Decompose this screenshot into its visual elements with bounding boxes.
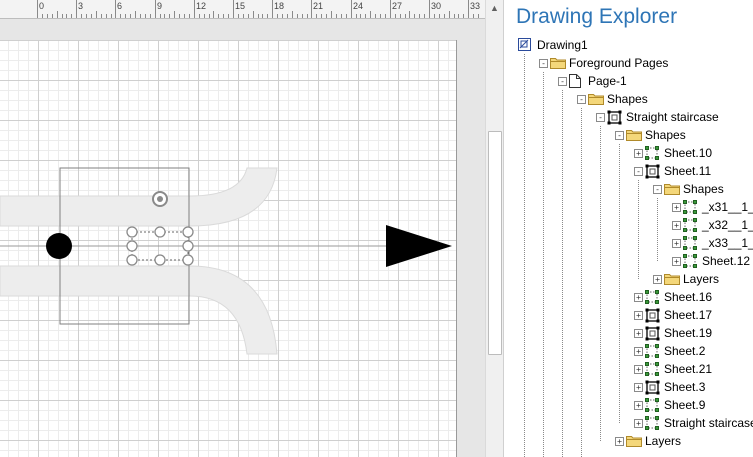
resize-handle [182, 254, 194, 266]
tree-node-label: Sheet.10 [664, 146, 713, 160]
drawing-shapes[interactable] [0, 0, 503, 457]
tree-node-label: Layers [683, 272, 720, 286]
tree-node-label: Straight staircase [626, 110, 719, 124]
tree-node[interactable]: + Sheet.16 [504, 288, 753, 306]
expand-icon[interactable]: + [653, 275, 662, 284]
resize-handle [154, 226, 166, 238]
tree-node[interactable]: - Straight staircase [504, 108, 753, 126]
resize-handle [182, 226, 194, 238]
tree-node-label: Drawing1 [537, 38, 588, 52]
tree-node[interactable]: - Shapes [504, 90, 753, 108]
tree-node[interactable]: + Sheet.9 [504, 396, 753, 414]
explorer-tree[interactable]: Drawing1- Foreground Pages - Page-1- Shapes -… [504, 36, 753, 457]
collapse-icon[interactable]: - [615, 131, 624, 140]
tree-node[interactable]: - Sheet.11 [504, 162, 753, 180]
panel-title: Drawing Explorer [516, 5, 678, 28]
tree-node-label: Page-1 [588, 74, 627, 88]
collapse-icon[interactable]: - [558, 77, 567, 86]
folder-icon [626, 434, 642, 452]
tree-node-label: Shapes [645, 128, 686, 142]
collapse-icon[interactable]: - [596, 113, 605, 122]
tree-node[interactable]: + Layers [504, 270, 753, 288]
tree-node[interactable]: + Sheet.12 [504, 252, 753, 270]
tree-node-label: Sheet.19 [664, 326, 713, 340]
tree-node[interactable]: - Shapes [504, 126, 753, 144]
tree-node[interactable]: + _x31__1_ [504, 198, 753, 216]
tree-node-label: Layers [645, 434, 682, 448]
expand-icon[interactable]: + [634, 419, 643, 428]
scrollbar-thumb[interactable] [488, 131, 502, 355]
expand-icon[interactable]: + [672, 257, 681, 266]
tree-node[interactable]: + Sheet.3 [504, 378, 753, 396]
tree-node[interactable]: + Straight staircase.2 [504, 414, 753, 432]
expand-icon[interactable]: + [634, 401, 643, 410]
tree-node[interactable]: - Shapes [504, 180, 753, 198]
tree-node[interactable]: + Sheet.19 [504, 324, 753, 342]
tree-node-label: Sheet.12 [702, 254, 751, 268]
rotation-handle-icon[interactable] [152, 191, 168, 207]
expand-icon[interactable]: + [634, 347, 643, 356]
resize-handle [126, 240, 138, 252]
collapse-icon[interactable]: - [653, 185, 662, 194]
tree-node[interactable]: + Sheet.21 [504, 360, 753, 378]
tree-node-label: _x31__1_ [702, 200, 753, 214]
tree-node-label: Sheet.9 [664, 398, 706, 412]
tree-node[interactable]: + _x32__1_ [504, 216, 753, 234]
arrowhead-shape[interactable] [386, 225, 452, 267]
tree-node[interactable]: + Layers [504, 432, 753, 450]
tree-node[interactable]: - Foreground Pages [504, 54, 753, 72]
tree-node-label: Sheet.17 [664, 308, 713, 322]
resize-handle [126, 254, 138, 266]
tree-node-label: Shapes [607, 92, 648, 106]
drawing-canvas[interactable]: 0 3 6 9 12 15 18 21 24 27 30 33 ▲ [0, 0, 503, 457]
expand-icon[interactable]: + [672, 239, 681, 248]
tree-node-label: _x33__1_ [702, 236, 753, 250]
tree-node[interactable]: + Sheet.2 [504, 342, 753, 360]
collapse-icon[interactable]: - [577, 95, 586, 104]
tree-node[interactable]: Drawing1 [504, 36, 753, 54]
start-dot[interactable] [46, 233, 72, 259]
expand-icon[interactable]: + [634, 311, 643, 320]
expand-icon[interactable]: + [634, 329, 643, 338]
tree-node-label: Straight staircase.2 [664, 416, 753, 430]
expand-icon[interactable]: + [672, 203, 681, 212]
tree-node-label: Sheet.11 [664, 164, 712, 178]
tree-node-label: Sheet.3 [664, 380, 706, 394]
expand-icon[interactable]: + [634, 149, 643, 158]
tree-node-label: Sheet.2 [664, 344, 706, 358]
tree-node-label: Sheet.16 [664, 290, 713, 304]
tree-node[interactable]: + Sheet.10 [504, 144, 753, 162]
resize-handle [182, 240, 194, 252]
collapse-icon[interactable]: - [634, 167, 643, 176]
resize-handle [154, 254, 166, 266]
drawing-explorer-panel: Drawing Explorer Drawing1- Foreground Pag… [503, 0, 753, 457]
resize-handle [126, 226, 138, 238]
collapse-icon[interactable]: - [539, 59, 548, 68]
vertical-scrollbar[interactable]: ▲ [485, 0, 503, 457]
tree-node-label: Sheet.21 [664, 362, 713, 376]
scroll-up-arrow-icon[interactable]: ▲ [486, 0, 503, 17]
tree-node[interactable]: + Sheet.17 [504, 306, 753, 324]
tree-node-label: _x32__1_ [702, 218, 753, 232]
upper-curved-band[interactable] [0, 167, 278, 227]
tree-node[interactable]: - Page-1 [504, 72, 753, 90]
tree-node[interactable]: + _x33__1_ [504, 234, 753, 252]
expand-icon[interactable]: + [634, 365, 643, 374]
expand-icon[interactable]: + [672, 221, 681, 230]
expand-icon[interactable]: + [634, 293, 643, 302]
tree-node-label: Foreground Pages [569, 56, 669, 70]
expand-icon[interactable]: + [615, 437, 624, 446]
expand-icon[interactable]: + [634, 383, 643, 392]
tree-node-label: Shapes [683, 182, 724, 196]
lower-curved-band[interactable] [0, 265, 278, 355]
